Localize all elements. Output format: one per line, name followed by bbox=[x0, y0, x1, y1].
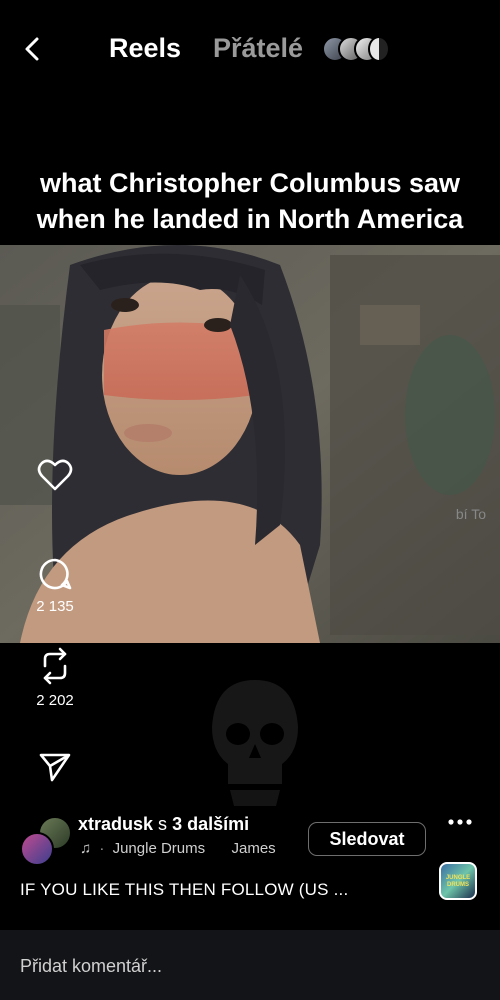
comment-icon bbox=[39, 558, 72, 590]
top-bar: Reels Přátelé bbox=[0, 0, 500, 100]
send-icon bbox=[39, 753, 71, 782]
share-button[interactable] bbox=[0, 752, 110, 782]
repost-icon bbox=[43, 647, 67, 685]
like-label: bí To bbox=[455, 506, 486, 522]
comment-input[interactable] bbox=[20, 956, 460, 977]
skull-watermark-icon bbox=[212, 680, 298, 806]
repost-button[interactable]: 2 202 bbox=[0, 646, 110, 709]
caption-line: what Christopher Columbus saw bbox=[39, 168, 461, 198]
coauthors-count: 3 dalšími bbox=[172, 814, 250, 834]
reel-caption: what Christopher Columbus saw when he la… bbox=[0, 165, 500, 237]
song-artist: James bbox=[231, 840, 276, 857]
caption-line: when he landed in North America bbox=[36, 204, 464, 234]
author-row: xtradusk s 3 dalšími ♫ · Jungle Drums Ja… bbox=[20, 812, 426, 872]
reposts-count: 2 202 bbox=[36, 692, 74, 709]
tab-friends[interactable]: Přátelé bbox=[213, 33, 303, 64]
like-button[interactable] bbox=[0, 458, 110, 492]
back-button[interactable] bbox=[18, 34, 48, 64]
author-avatars[interactable] bbox=[20, 816, 72, 866]
avatar bbox=[20, 832, 54, 866]
heart-icon bbox=[37, 459, 73, 491]
song-title: Jungle Drums bbox=[112, 840, 206, 857]
tab-reels[interactable]: Reels bbox=[109, 33, 181, 64]
reel-description[interactable]: IF YOU LIKE THIS THEN FOLLOW (US ... bbox=[20, 880, 348, 900]
chevron-left-icon bbox=[25, 37, 39, 61]
audio-thumbnail-label: JUNGLE DRUMS bbox=[445, 875, 471, 888]
music-note-icon: ♫ bbox=[80, 840, 92, 857]
music-info[interactable]: ♫ · Jungle Drums James bbox=[80, 840, 276, 857]
follow-button[interactable]: Sledovat bbox=[308, 822, 426, 856]
author-name[interactable]: xtradusk s 3 dalšími bbox=[78, 814, 249, 835]
coauthors-prefix: s bbox=[153, 814, 173, 834]
author-username: xtradusk bbox=[78, 814, 154, 834]
comments-button[interactable]: 2 135 bbox=[0, 556, 110, 615]
avatar bbox=[368, 36, 390, 62]
audio-thumbnail[interactable]: JUNGLE DRUMS bbox=[439, 862, 477, 900]
comment-bar bbox=[0, 930, 500, 1000]
comments-count: 2 135 bbox=[36, 598, 74, 615]
more-options-icon[interactable] bbox=[446, 808, 474, 836]
friend-avatars[interactable] bbox=[322, 36, 392, 62]
separator-dot: · bbox=[99, 840, 105, 857]
